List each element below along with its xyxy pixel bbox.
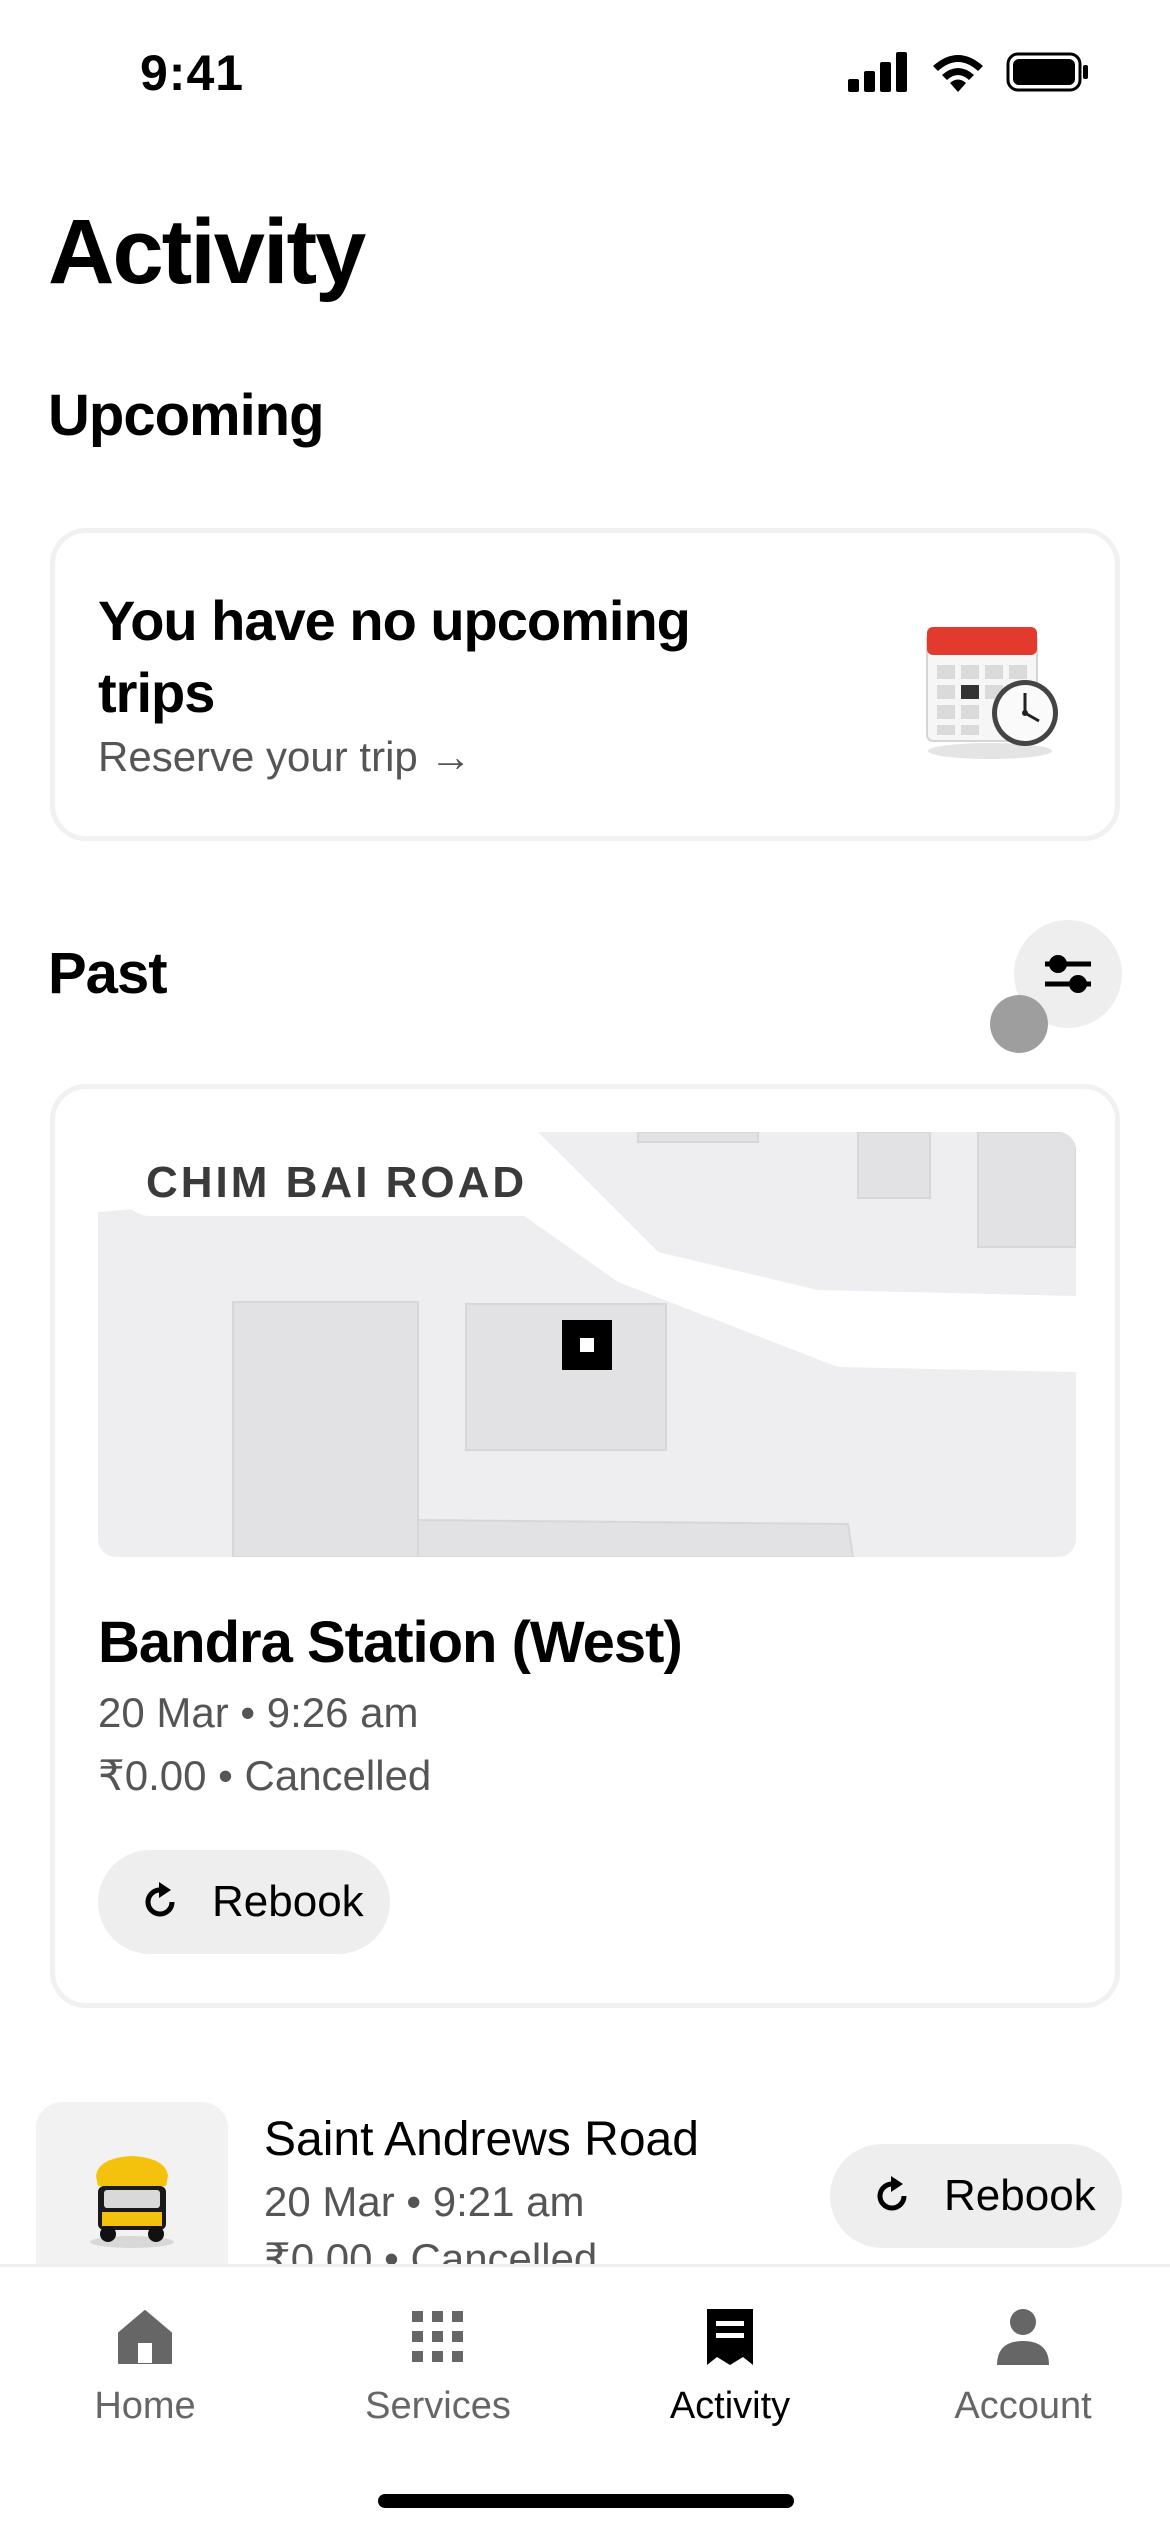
no-upcoming-trips-headline: You have no upcoming trips (98, 589, 691, 724)
touch-indicator (990, 995, 1048, 1053)
past-section-title: Past (48, 941, 168, 1006)
receipt-icon (707, 2309, 753, 2365)
sliders-icon (1045, 955, 1091, 993)
trip-fare-status: ₹0.00 • Cancelled (264, 2235, 598, 2265)
person-icon (997, 2309, 1049, 2365)
cellular-signal-icon (848, 52, 907, 92)
past-trip-row[interactable]: Saint Andrews Road 20 Mar • 9:21 am ₹0.0… (0, 2100, 1170, 2265)
tab-home[interactable]: Home (25, 2303, 265, 2428)
trip-fare-status: ₹0.00 • Cancelled (98, 1752, 432, 1799)
rebook-label: Rebook (212, 1877, 364, 1926)
pickup-location-marker-icon (562, 1320, 612, 1370)
reserve-trip-label: Reserve your trip (98, 733, 418, 780)
tab-activity[interactable]: Activity (610, 2303, 850, 2428)
rebook-icon (877, 2176, 907, 2211)
tab-activity-label: Activity (669, 2385, 791, 2427)
map-street-label: CHIM BAI ROAD (122, 1150, 548, 1216)
upcoming-trips-card[interactable]: You have no upcoming trips Reserve your … (50, 528, 1120, 841)
auto-rickshaw-icon (90, 2156, 174, 2248)
rebook-icon (145, 1882, 175, 1917)
arrow-right-icon: → (429, 733, 472, 780)
trip-destination-title: Saint Andrews Road (264, 2113, 699, 2166)
wifi-icon (933, 55, 983, 92)
reserve-trip-link[interactable]: Reserve your trip → (98, 733, 472, 781)
home-indicator (378, 2494, 794, 2508)
past-trip-card[interactable]: CHIM BAI ROAD Bandra Station (West) 20 M… (50, 1084, 1120, 2008)
trip-map: CHIM BAI ROAD (98, 1132, 1076, 1557)
tab-account-label: Account (954, 2385, 1092, 2427)
trip-thumbnail (36, 2102, 228, 2265)
rebook-button[interactable]: Rebook (98, 1850, 390, 1954)
tab-services[interactable]: Services (318, 2303, 558, 2428)
tab-account[interactable]: Account (903, 2303, 1143, 2428)
home-icon (118, 2310, 172, 2364)
trip-date-time: 20 Mar • 9:26 am (98, 1689, 419, 1736)
page-title: Activity (48, 201, 366, 303)
grid-icon (412, 2311, 463, 2362)
status-icons (848, 52, 1090, 92)
tab-services-label: Services (365, 2385, 511, 2427)
tab-home-label: Home (94, 2385, 196, 2427)
battery-icon (1006, 52, 1088, 92)
upcoming-section-title: Upcoming (48, 383, 325, 448)
calendar-clock-icon (926, 627, 1058, 759)
trip-date-time: 20 Mar • 9:21 am (264, 2178, 585, 2225)
rebook-button[interactable]: Rebook (830, 2144, 1122, 2248)
rebook-label: Rebook (944, 2171, 1096, 2220)
status-time: 9:41 (140, 45, 245, 101)
trip-destination-title: Bandra Station (West) (98, 1610, 683, 1675)
status-bar: 9:41 (0, 0, 1170, 150)
